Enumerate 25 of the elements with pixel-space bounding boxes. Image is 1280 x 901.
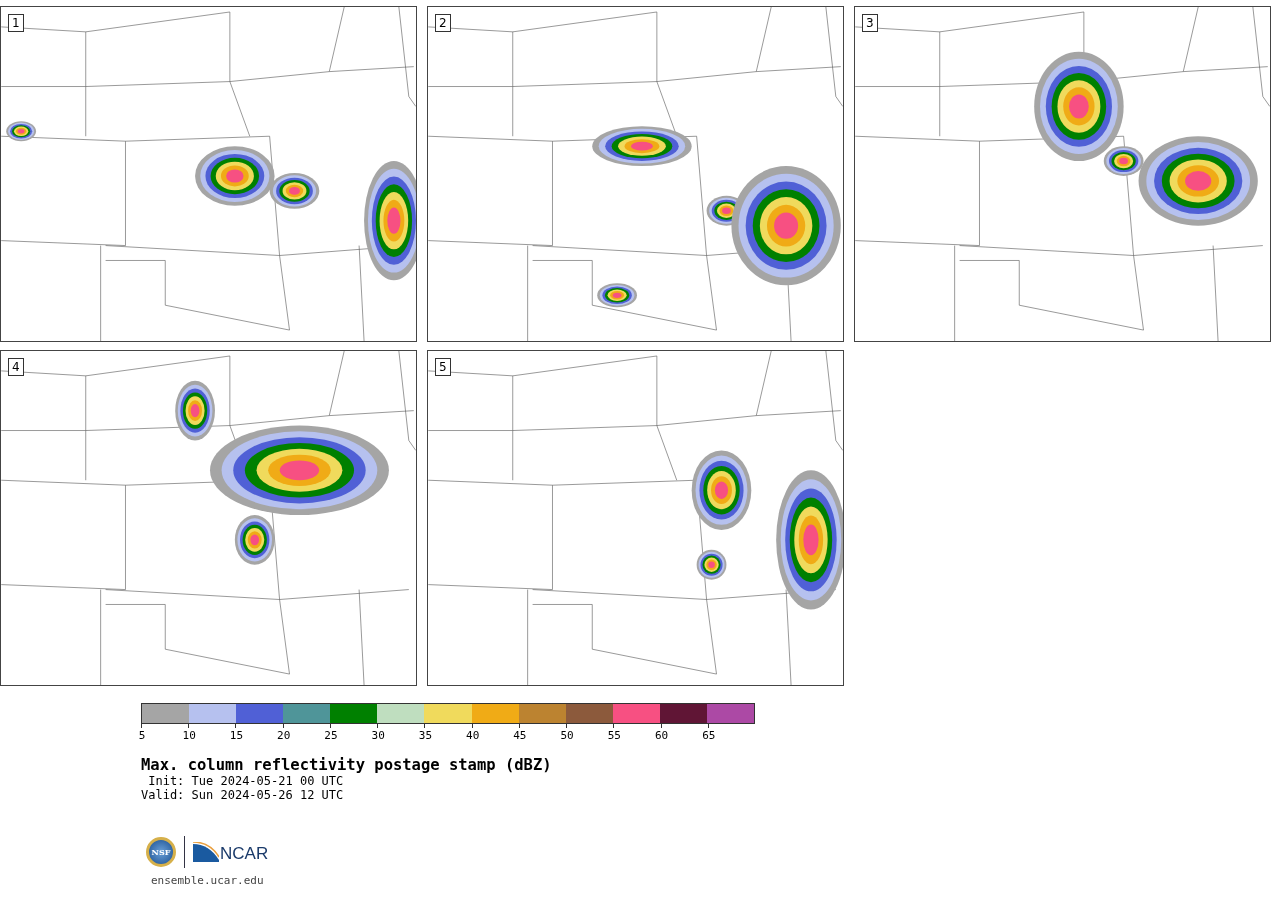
- panel-number: 2: [435, 14, 451, 32]
- valid-time: Valid: Sun 2024-05-26 12 UTC: [141, 788, 345, 802]
- tick-label: 15: [229, 729, 244, 742]
- panel-number: 5: [435, 358, 451, 376]
- swoosh-icon: [193, 842, 219, 862]
- panel-number: 4: [8, 358, 24, 376]
- tick-label: 40: [466, 729, 480, 742]
- panel-number: 1: [8, 14, 24, 32]
- logo-text: NCAR: [220, 845, 269, 862]
- tick-label: 45: [513, 729, 527, 742]
- tick-label: 60: [654, 729, 669, 742]
- tick-label: 50: [560, 729, 574, 742]
- site-url: ensemble.ucar.edu: [151, 874, 265, 887]
- tick-label: 35: [418, 729, 433, 742]
- tick-label: 10: [182, 729, 196, 742]
- tick-label: 55: [607, 729, 621, 742]
- tick-label: 25: [324, 729, 338, 742]
- chart-title: Max. column reflectivity postage stamp (dBZ): [141, 756, 553, 774]
- tick-label: 20: [277, 729, 291, 742]
- tick-label: 30: [371, 729, 385, 742]
- seal-logo: NSF: [146, 837, 176, 867]
- tick-label: 5: [138, 729, 146, 742]
- init-time: Init: Tue 2024-05-21 00 UTC: [147, 774, 345, 788]
- tick-label: 65: [702, 729, 716, 742]
- panel-number: 3: [862, 14, 878, 32]
